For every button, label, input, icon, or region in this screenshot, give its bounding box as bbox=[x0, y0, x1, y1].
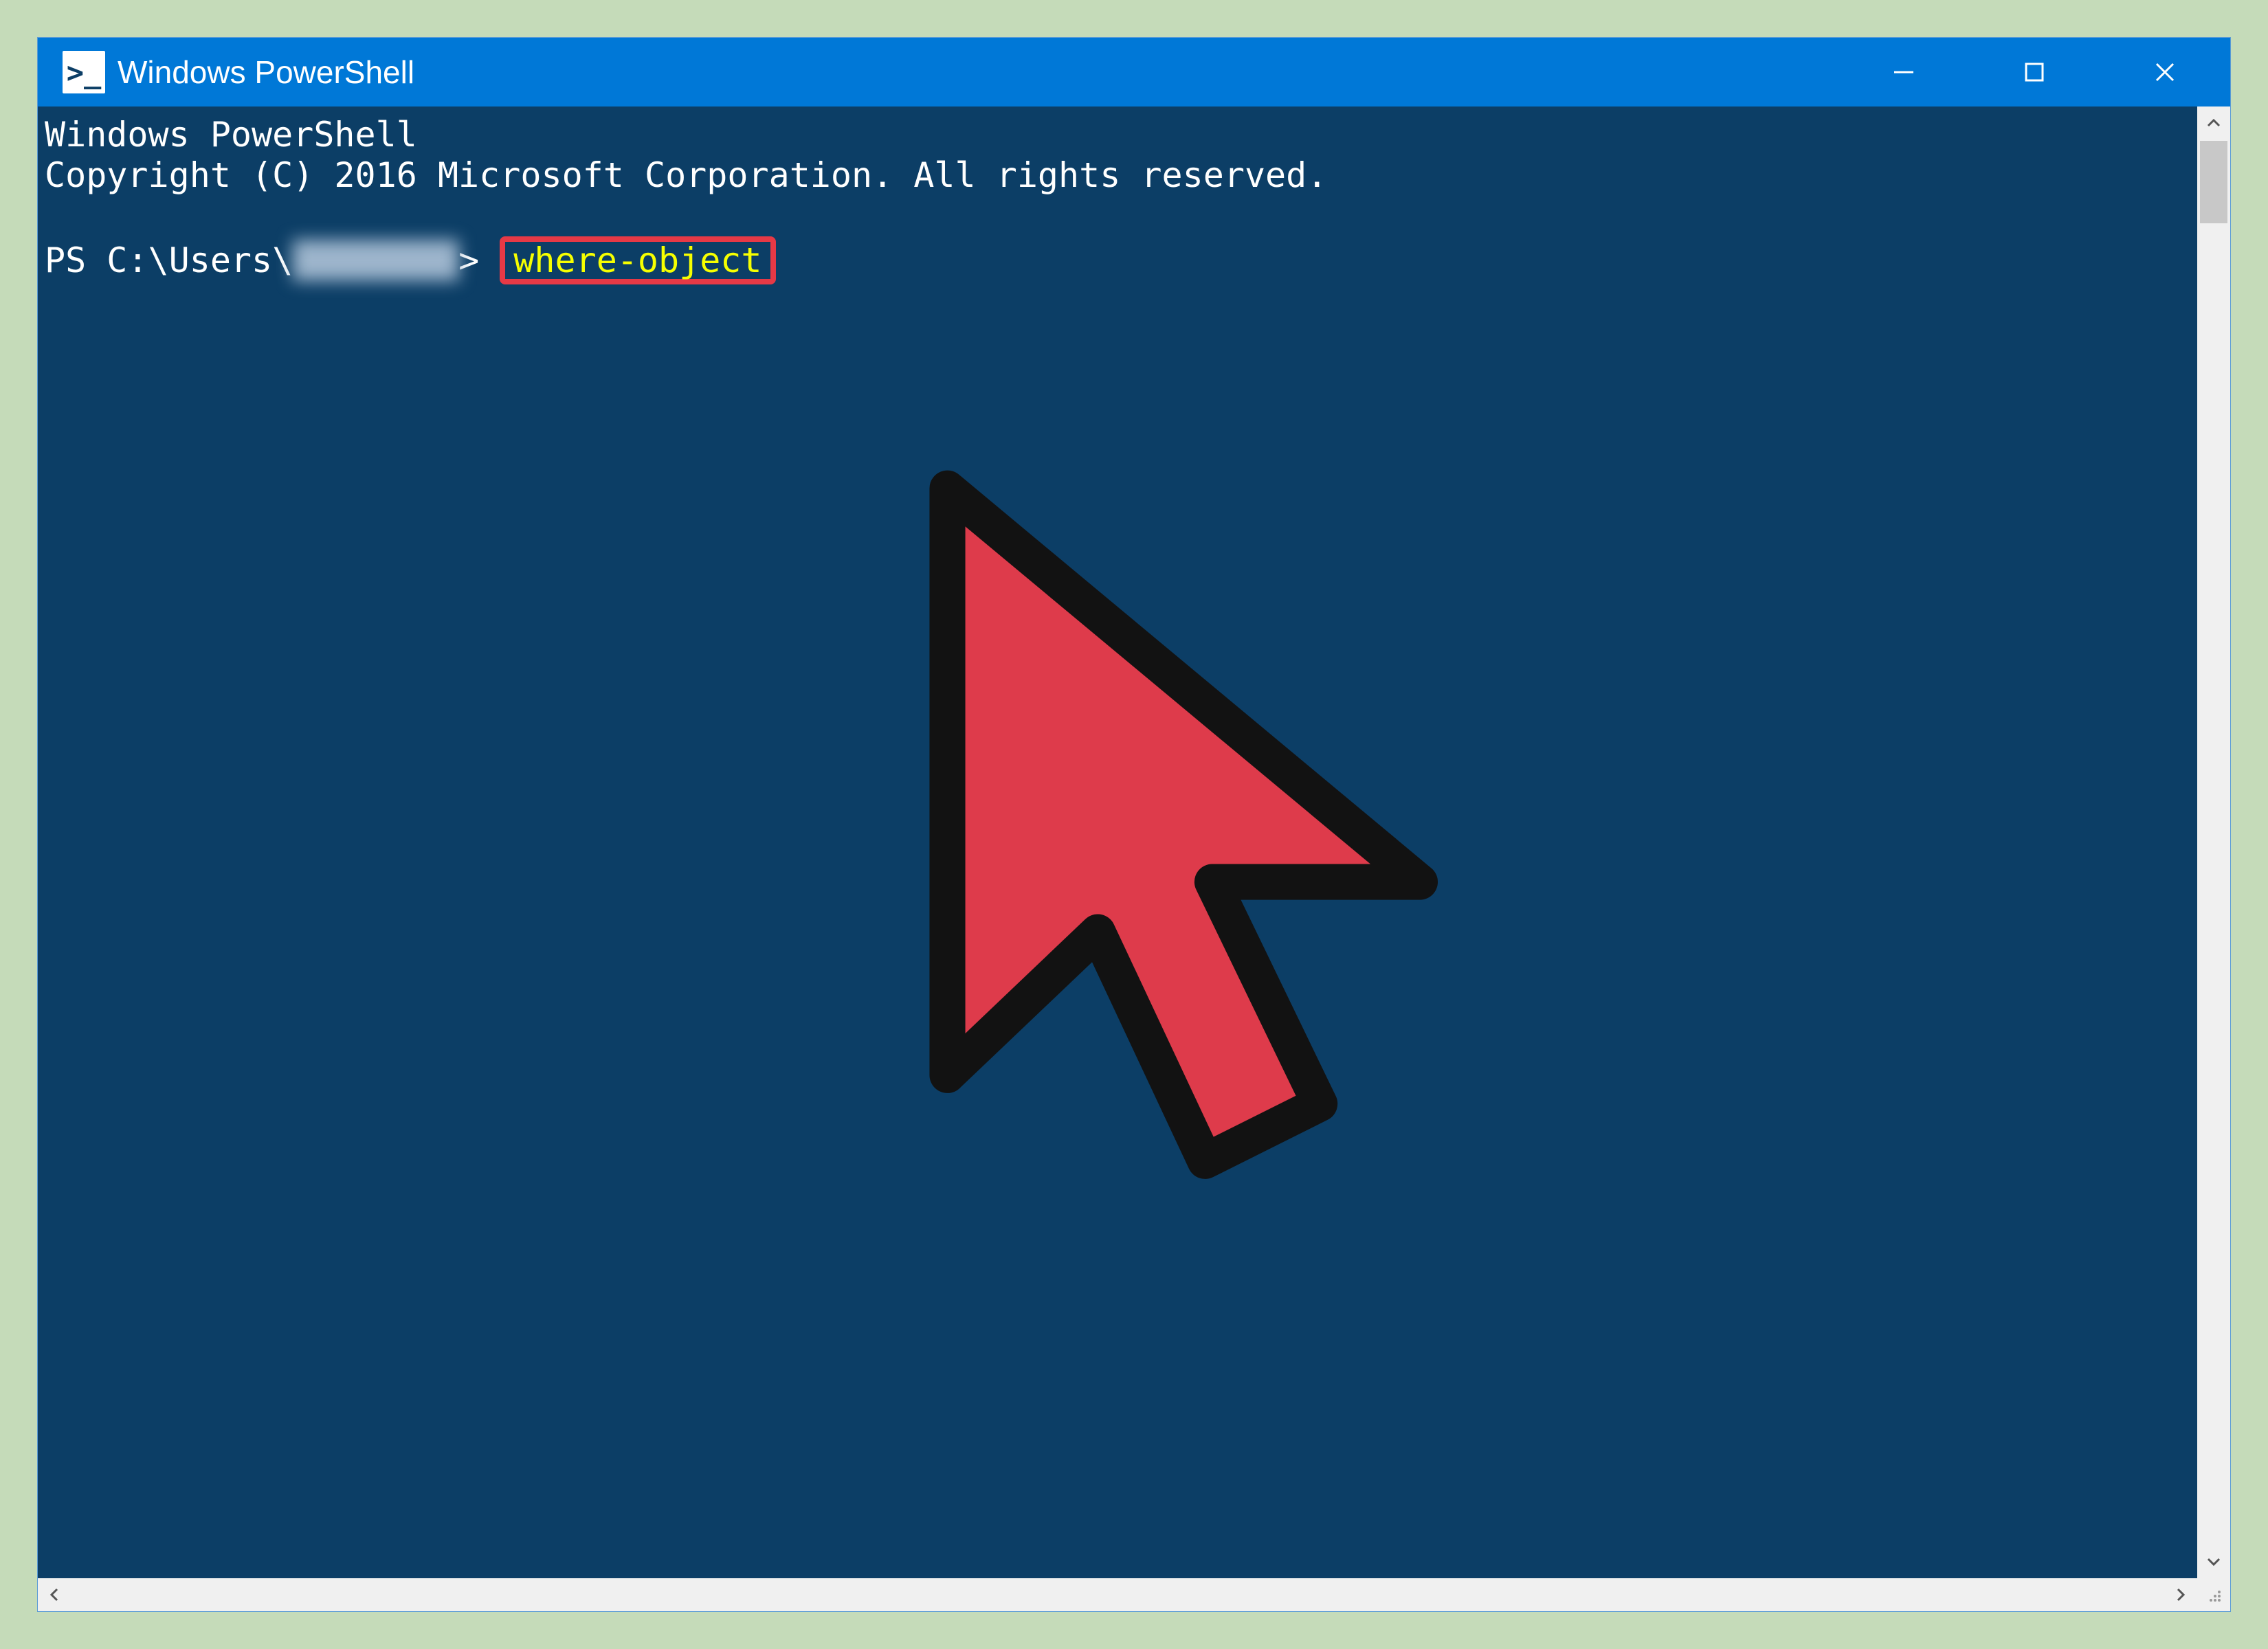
command-highlight: where-object bbox=[500, 236, 775, 284]
icon-glyph: >_ bbox=[67, 56, 102, 89]
horizontal-scrollbar[interactable] bbox=[38, 1578, 2197, 1611]
client-area: Windows PowerShell Copyright (C) 2016 Mi… bbox=[38, 106, 2230, 1578]
close-button[interactable] bbox=[2100, 38, 2230, 106]
resize-grip-icon bbox=[2204, 1585, 2223, 1604]
scroll-left-button[interactable] bbox=[38, 1578, 71, 1611]
maximize-icon bbox=[2021, 58, 2048, 86]
scroll-down-button[interactable] bbox=[2197, 1545, 2230, 1578]
minimize-button[interactable] bbox=[1838, 38, 1969, 106]
console-line-1: Windows PowerShell bbox=[45, 115, 417, 155]
chevron-right-icon bbox=[2172, 1586, 2189, 1603]
console-area[interactable]: Windows PowerShell Copyright (C) 2016 Mi… bbox=[38, 106, 2197, 1578]
prompt-line: PS C:\Users\████████> where-object bbox=[45, 240, 776, 280]
bottom-bar bbox=[38, 1578, 2230, 1611]
titlebar[interactable]: >_ Windows PowerShell bbox=[38, 38, 2230, 106]
vertical-scrollbar[interactable] bbox=[2197, 106, 2230, 1578]
scroll-up-button[interactable] bbox=[2197, 106, 2230, 139]
minimize-icon bbox=[1890, 58, 1917, 86]
powershell-window: >_ Windows PowerShell Windows PowerShell… bbox=[38, 38, 2230, 1611]
vertical-scroll-track[interactable] bbox=[2197, 225, 2230, 1545]
powershell-icon: >_ bbox=[63, 51, 105, 93]
prompt-prefix: PS C:\Users\ bbox=[45, 240, 293, 280]
resize-grip[interactable] bbox=[2197, 1578, 2230, 1611]
chevron-up-icon bbox=[2205, 115, 2222, 131]
cursor-annotation bbox=[636, 419, 1357, 1278]
window-title: Windows PowerShell bbox=[118, 54, 414, 91]
redacted-username: ████████ bbox=[293, 240, 458, 281]
scroll-right-button[interactable] bbox=[2164, 1578, 2197, 1611]
close-icon bbox=[2151, 58, 2179, 86]
chevron-down-icon bbox=[2205, 1553, 2222, 1570]
maximize-button[interactable] bbox=[1969, 38, 2100, 106]
horizontal-scroll-track[interactable] bbox=[71, 1578, 2164, 1611]
window-controls bbox=[1838, 38, 2230, 106]
chevron-left-icon bbox=[46, 1586, 63, 1603]
cursor-arrow-icon bbox=[801, 460, 1523, 1319]
console-line-2: Copyright (C) 2016 Microsoft Corporation… bbox=[45, 155, 1327, 195]
vertical-scroll-thumb[interactable] bbox=[2200, 141, 2227, 223]
prompt-suffix: > bbox=[458, 240, 479, 280]
